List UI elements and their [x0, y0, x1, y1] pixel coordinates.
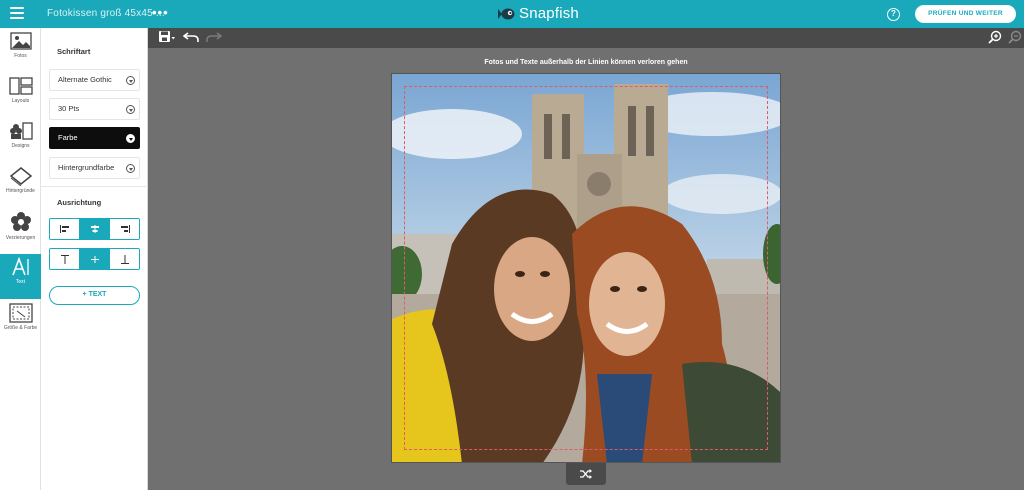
- text-icon: [11, 257, 29, 276]
- backgrounds-icon: [9, 167, 32, 186]
- document-title[interactable]: Fotokissen groß 45x45 ...: [47, 8, 165, 19]
- brand-name: Snapfish: [519, 5, 579, 22]
- text-settings-panel: Schriftart Alternate Gothic 30 Pts Farbe…: [41, 28, 148, 490]
- save-button[interactable]: [158, 30, 176, 49]
- redo-icon: [206, 32, 223, 42]
- panel-divider: [41, 186, 148, 187]
- tool-rail: Fotos Layouts Designs Hintergründe Verzi…: [0, 28, 41, 490]
- size-color-icon: [8, 303, 33, 323]
- chevron-down-icon: [126, 76, 135, 85]
- align-bottom-button[interactable]: [110, 249, 139, 269]
- safe-area-warning: Fotos und Texte außerhalb der Linien kön…: [484, 59, 688, 66]
- align-middle-icon: [90, 255, 99, 263]
- rail-label-size-color: Größe & Farbe: [3, 325, 38, 331]
- align-left-icon: [59, 225, 69, 233]
- background-color-dropdown[interactable]: Hintergrundfarbe: [49, 157, 140, 179]
- editor-toolbar: [148, 28, 1024, 48]
- rail-item-photos[interactable]: Fotos: [0, 28, 41, 73]
- rail-item-designs[interactable]: Designs: [0, 118, 41, 163]
- font-heading: Schriftart: [57, 47, 91, 56]
- fish-logo-icon: [498, 8, 515, 19]
- rail-label-designs: Designs: [11, 143, 30, 149]
- chevron-down-icon: [126, 164, 135, 173]
- rail-item-embellishments[interactable]: Verzierungen: [0, 208, 41, 253]
- menu-icon[interactable]: [10, 7, 24, 20]
- zoom-out-button[interactable]: [1008, 30, 1022, 49]
- font-family-value: Alternate Gothic: [58, 75, 112, 84]
- font-size-value: 30 Pts: [58, 104, 80, 113]
- rail-item-size-color[interactable]: Größe & Farbe: [0, 300, 41, 345]
- more-options-button[interactable]: •••: [152, 5, 169, 20]
- align-bottom-icon: [120, 254, 129, 264]
- chevron-down-icon: [126, 105, 135, 114]
- rail-label-photos: Fotos: [14, 53, 27, 59]
- align-right-icon: [120, 225, 130, 233]
- rail-item-layouts[interactable]: Layouts: [0, 73, 41, 118]
- chevron-down-icon: [126, 134, 135, 143]
- canvas-area: Fotos und Texte außerhalb der Linien kön…: [148, 48, 1024, 490]
- align-center-button[interactable]: [80, 219, 110, 239]
- text-color-label: Farbe: [58, 133, 78, 142]
- rail-label-layouts: Layouts: [11, 98, 30, 104]
- text-color-dropdown[interactable]: Farbe: [49, 127, 140, 149]
- undo-icon: [182, 32, 199, 42]
- layouts-icon: [8, 77, 33, 95]
- align-right-button[interactable]: [110, 219, 139, 239]
- align-left-button[interactable]: [50, 219, 80, 239]
- help-icon[interactable]: ?: [887, 8, 900, 21]
- top-bar: Fotokissen groß 45x45 ... ••• Snapfish ?…: [0, 0, 1024, 28]
- font-family-dropdown[interactable]: Alternate Gothic: [49, 69, 140, 91]
- align-top-icon: [60, 254, 69, 264]
- undo-button[interactable]: [182, 30, 199, 49]
- designs-icon: [9, 122, 33, 140]
- embellishments-icon: [10, 212, 31, 231]
- rail-label-text: Text: [15, 279, 26, 285]
- save-icon: [159, 31, 175, 42]
- font-size-dropdown[interactable]: 30 Pts: [49, 98, 140, 120]
- vertical-align-group: [49, 248, 140, 270]
- redo-button[interactable]: [206, 30, 223, 49]
- rail-label-embellishments: Verzierungen: [5, 235, 36, 241]
- rail-label-backgrounds: Hintergründe: [6, 188, 35, 194]
- alignment-heading: Ausrichtung: [57, 198, 102, 207]
- background-color-label: Hintergrundfarbe: [58, 163, 115, 172]
- photos-icon: [9, 32, 32, 50]
- photo-image: [392, 74, 780, 462]
- add-text-button[interactable]: + TEXT: [49, 286, 140, 305]
- rail-item-backgrounds[interactable]: Hintergründe: [0, 163, 41, 208]
- align-center-icon: [90, 225, 99, 233]
- zoom-in-button[interactable]: [988, 30, 1002, 49]
- align-middle-button[interactable]: [80, 249, 110, 269]
- horizontal-align-group: [49, 218, 140, 240]
- brand-logo: Snapfish: [497, 5, 579, 22]
- product-photo[interactable]: [391, 73, 781, 463]
- shuffle-icon: [580, 469, 592, 479]
- zoom-out-icon: [1008, 30, 1022, 44]
- shuffle-button[interactable]: [566, 463, 606, 485]
- review-continue-button[interactable]: PRÜFEN UND WEITER: [915, 5, 1016, 23]
- zoom-in-icon: [988, 30, 1002, 44]
- align-top-button[interactable]: [50, 249, 80, 269]
- rail-item-text[interactable]: Text: [0, 254, 41, 299]
